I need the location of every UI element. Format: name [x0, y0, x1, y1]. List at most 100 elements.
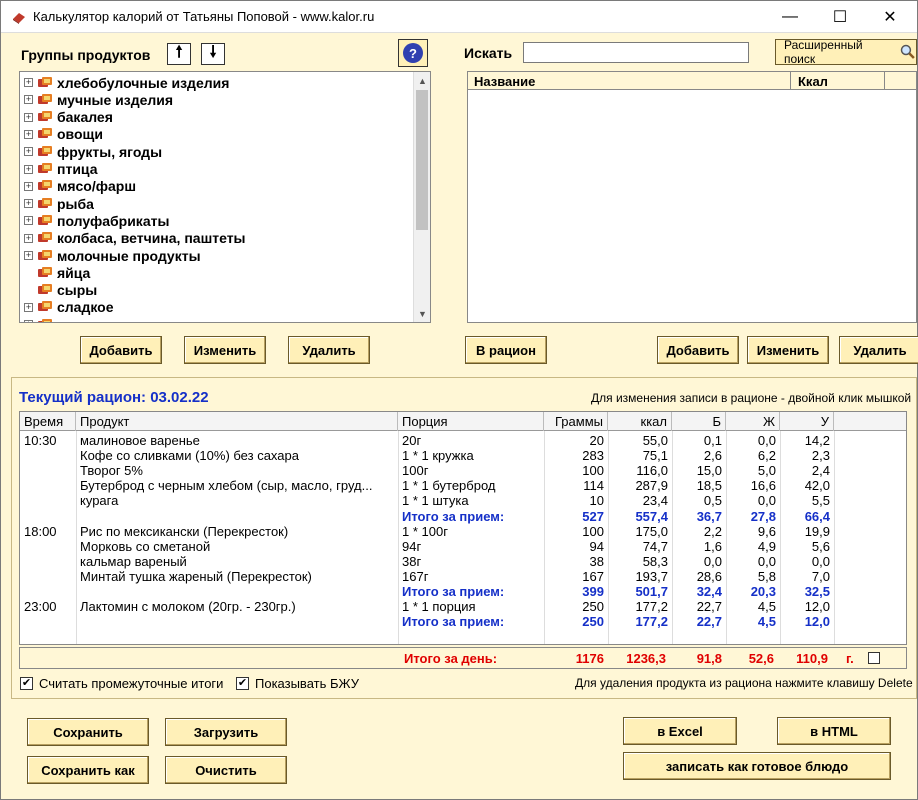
group-delete-button[interactable]: Удалить — [288, 336, 370, 364]
tree-item[interactable]: + бакалея — [24, 109, 113, 126]
cell-kcal: 177,2 — [635, 599, 668, 615]
search-results[interactable]: Название Ккал — [467, 71, 917, 323]
tree-item-label: хлебобулочные изделия — [57, 74, 230, 91]
expand-icon[interactable]: + — [24, 251, 33, 260]
cell-p: 32,4 — [696, 584, 722, 599]
advanced-search-label: Расширенный поиск — [784, 38, 863, 66]
tree-item[interactable]: + мясо/фарш — [24, 178, 136, 195]
food-group-icon — [37, 283, 53, 297]
html-button[interactable]: в HTML — [777, 717, 891, 745]
ration-grid[interactable]: Время Продукт Порция Граммы ккал Б Ж У 10:30 мал… — [19, 411, 907, 645]
subtotals-checkbox[interactable]: ✔ Считать промежуточные итоги — [20, 676, 223, 691]
expand-icon[interactable]: + — [24, 95, 33, 105]
expand-icon[interactable]: + — [24, 181, 33, 191]
help-button[interactable]: ? — [398, 39, 428, 67]
expand-icon[interactable]: + — [24, 233, 33, 243]
ration-hint: Для изменения записи в рационе - двойной… — [591, 391, 912, 405]
close-button[interactable]: ✕ — [867, 1, 913, 33]
column-header[interactable]: У — [780, 412, 834, 431]
expand-icon[interactable]: + — [24, 129, 33, 139]
tree-item[interactable]: + рыба — [24, 195, 94, 212]
group-edit-button[interactable]: Изменить — [184, 336, 266, 364]
tree-scrollbar[interactable]: ▲ ▼ — [413, 72, 430, 322]
cell-p: 2,6 — [703, 448, 722, 464]
load-button[interactable]: Загрузить — [165, 718, 287, 746]
expand-icon[interactable]: + — [24, 78, 33, 87]
excel-button[interactable]: в Excel — [623, 717, 737, 745]
table-row[interactable]: 23:00 Лактомин с молоком (20гр. - 230гр.)… — [20, 599, 906, 614]
move-up-button[interactable]: 🠕 — [167, 43, 191, 65]
to-ration-button[interactable]: В рацион — [465, 336, 547, 364]
column-header[interactable]: Продукт — [76, 412, 398, 431]
tree-item[interactable]: + мучные изделия — [24, 91, 173, 108]
cell-product: Морковь со сметаной — [80, 538, 211, 554]
unit-checkbox[interactable] — [868, 652, 880, 664]
tree-item[interactable]: + полуфабрикаты — [24, 212, 169, 229]
subtotal-row[interactable]: Итого за прием: 399 501,7 32,4 20,3 32,5 — [20, 584, 906, 599]
cell-grams: 114 — [583, 478, 604, 494]
table-row[interactable]: Бутерброд с черным хлебом (сыр, масло, г… — [20, 478, 906, 493]
table-row[interactable]: Морковь со сметаной 94г 94 74,7 1,6 4,9 5,6 — [20, 539, 906, 554]
expand-icon[interactable]: + — [24, 199, 33, 209]
tree-item[interactable]: сыры — [24, 282, 97, 299]
groups-tree[interactable]: ▲ ▼ + хлебобулочные изделия + мучные издели… — [19, 71, 431, 323]
cell-p: 0,0 — [703, 553, 722, 569]
bju-checkbox[interactable]: ✔ Показывать БЖУ — [236, 676, 359, 691]
tree-item[interactable]: + хлебобулочные изделия — [24, 74, 229, 91]
search-input[interactable] — [523, 42, 749, 63]
column-header[interactable]: Порция — [398, 412, 544, 431]
column-header[interactable]: Ж — [726, 412, 780, 431]
product-delete-button[interactable]: Удалить — [839, 336, 918, 364]
subtotal-row[interactable]: Итого за прием: 527 557,4 36,7 27,8 66,4 — [20, 509, 906, 524]
cell-grams: 527 — [582, 508, 604, 524]
expand-icon[interactable]: + — [24, 216, 33, 226]
cell-time: 10:30 — [24, 433, 57, 448]
cell-grams: 250 — [582, 599, 604, 615]
expand-icon[interactable]: + — [24, 302, 33, 312]
tree-item[interactable]: + фрукты, ягоды — [24, 143, 162, 160]
product-add-button[interactable]: Добавить — [657, 336, 739, 364]
expand-icon[interactable]: + — [24, 320, 33, 322]
minimize-button[interactable]: — — [767, 1, 813, 33]
tree-item[interactable]: + сладкое — [24, 299, 114, 316]
tree-item[interactable]: + масла, жиры — [24, 316, 146, 322]
clear-button[interactable]: Очистить — [165, 756, 287, 784]
table-row[interactable]: Кофе со сливками (10%) без сахара 1 * 1 к… — [20, 448, 906, 463]
tree-item-label: яйца — [57, 264, 91, 281]
column-header[interactable]: Б — [672, 412, 726, 431]
save-as-button[interactable]: Сохранить как — [27, 756, 149, 784]
cell-portion: Итого за прием: — [402, 584, 505, 599]
expand-icon[interactable]: + — [24, 112, 33, 122]
column-header[interactable]: Время — [20, 412, 76, 431]
scroll-up-icon[interactable]: ▲ — [414, 72, 430, 89]
expand-icon[interactable]: + — [24, 147, 33, 157]
tree-item-label: молочные продукты — [57, 247, 201, 264]
save-dish-button[interactable]: записать как готовое блюдо — [623, 752, 891, 780]
product-edit-button[interactable]: Изменить — [747, 336, 829, 364]
move-down-button[interactable]: 🠗 — [201, 43, 225, 65]
advanced-search-button[interactable]: Расширенный поиск — [775, 38, 917, 66]
tree-item[interactable]: + колбаса, ветчина, паштеты — [24, 230, 246, 247]
expand-icon[interactable]: + — [24, 164, 33, 174]
subtotal-row[interactable]: Итого за прием: 250 177,2 22,7 4,5 12,0 — [20, 614, 906, 629]
tree-item[interactable]: + овощи — [24, 126, 103, 143]
table-row[interactable]: 10:30 малиновое варенье 20г 20 55,0 0,1 0,0 14,… — [20, 433, 906, 448]
group-add-button[interactable]: Добавить — [80, 336, 162, 364]
cell-portion: Итого за прием: — [402, 508, 505, 524]
tree-item[interactable]: + молочные продукты — [24, 247, 201, 264]
table-row[interactable]: кальмар вареный 38г 38 58,3 0,0 0,0 0,0 — [20, 554, 906, 569]
tree-item-label: птица — [57, 161, 98, 177]
table-row[interactable]: Минтай тушка жареный (Перекресток) 167г 16… — [20, 569, 906, 584]
save-button[interactable]: Сохранить — [27, 718, 149, 746]
cell-f: 0,0 — [757, 433, 776, 448]
maximize-button[interactable]: ☐ — [817, 1, 863, 33]
tree-item[interactable]: яйца — [24, 264, 90, 281]
tree-item[interactable]: + птица — [24, 161, 97, 178]
scroll-down-icon[interactable]: ▼ — [414, 305, 430, 322]
column-header[interactable]: Граммы — [544, 412, 608, 431]
column-header[interactable]: ккал — [608, 412, 672, 431]
scroll-thumb[interactable] — [416, 90, 428, 230]
table-row[interactable]: курага 1 * 1 штука 10 23,4 0,5 0,0 5,5 — [20, 493, 906, 508]
table-row[interactable]: Творог 5% 100г 100 116,0 15,0 5,0 2,4 — [20, 463, 906, 478]
table-row[interactable]: 18:00 Рис по мексикански (Перекресток) 1 *… — [20, 524, 906, 539]
